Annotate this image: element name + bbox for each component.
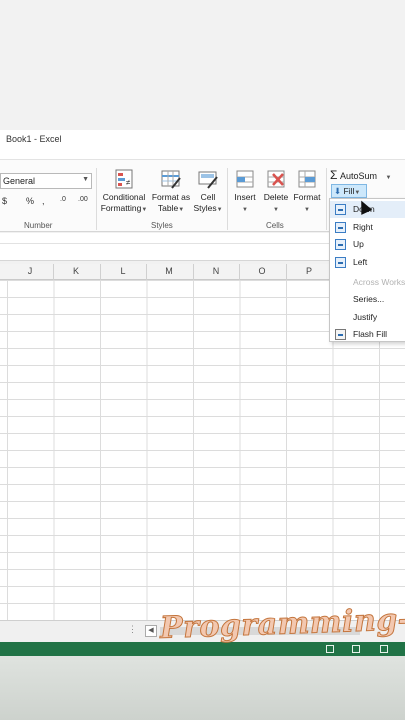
number-format-value: General	[3, 176, 36, 186]
increase-decimal-button[interactable]: .0	[60, 196, 66, 203]
fill-left-icon	[335, 257, 346, 268]
column-header-p[interactable]: P	[286, 266, 332, 276]
cell-styles-button[interactable]: Cell Styles▼	[193, 168, 223, 216]
scroll-left-button[interactable]: ◀	[145, 625, 157, 637]
cell-styles-label-2: Styles	[193, 203, 217, 213]
autosum-button[interactable]: Σ AutoSum ▼	[330, 168, 391, 182]
fill-menu-item-left[interactable]: Left	[330, 254, 405, 271]
accounting-format-button[interactable]: $	[2, 196, 7, 206]
group-label-styles: Styles	[151, 221, 173, 230]
window-title: Book1 - Excel	[6, 134, 62, 144]
fill-menu-label: Justify	[353, 312, 378, 322]
fill-dropdown-menu: Down Right Up Left Across Works Series... Just…	[329, 198, 405, 342]
decrease-decimal-button[interactable]: .00	[78, 196, 88, 203]
fill-right-icon	[335, 222, 346, 233]
fill-menu-item-right[interactable]: Right	[330, 219, 405, 236]
fill-menu-item-up[interactable]: Up	[330, 236, 405, 253]
video-bottom-margin	[0, 656, 405, 720]
fill-down-arrow-icon: ⬇	[334, 186, 342, 196]
screen: { "window": { "title": "Book1 - Excel" }…	[0, 0, 405, 720]
fill-menu-label: Flash Fill	[353, 329, 388, 339]
insert-cells-icon	[234, 168, 256, 190]
group-divider	[326, 168, 327, 230]
normal-view-icon[interactable]	[326, 645, 334, 653]
group-divider	[227, 168, 228, 230]
fill-menu-label: Right	[353, 222, 373, 232]
format-cells-button[interactable]: Format ▼	[291, 168, 323, 216]
more-options-icon[interactable]: ⋮	[128, 624, 137, 635]
page-break-view-icon[interactable]	[380, 645, 388, 653]
format-cells-icon	[296, 168, 318, 190]
cell-styles-label-1: Cell	[200, 192, 216, 202]
fill-menu-label: Left	[353, 257, 368, 267]
fill-menu-label: Across Works	[353, 277, 405, 287]
conditional-formatting-label-1: Conditional	[102, 192, 146, 202]
fill-up-icon	[335, 239, 346, 250]
cell-styles-icon	[197, 168, 219, 190]
format-as-table-label-1: Format as	[151, 192, 191, 202]
insert-label: Insert	[234, 192, 256, 202]
group-label-number: Number	[24, 221, 53, 230]
fill-button[interactable]: ⬇ Fill▼	[331, 184, 367, 198]
fill-menu-item-flash-fill[interactable]: Flash Fill	[330, 326, 405, 343]
fill-label: Fill	[343, 186, 355, 196]
format-label: Format	[293, 192, 321, 202]
conditional-formatting-button[interactable]: ≠ Conditional Formatting▼	[99, 168, 149, 216]
fill-menu-label: Up	[353, 239, 364, 249]
fill-menu-label: Series...	[353, 294, 385, 304]
autosum-label: AutoSum	[339, 171, 377, 181]
number-buttons: $ % , .0 .00	[0, 196, 95, 210]
fill-down-icon	[335, 204, 346, 215]
group-divider	[96, 168, 97, 230]
conditional-formatting-icon: ≠	[113, 168, 135, 190]
page-layout-view-icon[interactable]	[352, 645, 360, 653]
delete-label: Delete	[263, 192, 289, 202]
insert-cells-button[interactable]: Insert ▼	[231, 168, 259, 216]
chevron-down-icon[interactable]: ▼	[82, 176, 89, 183]
column-header-k[interactable]: K	[53, 266, 99, 276]
delete-cells-icon	[265, 168, 287, 190]
column-header-n[interactable]: N	[193, 266, 239, 276]
percent-style-button[interactable]: %	[26, 196, 34, 206]
conditional-formatting-label-2: Formatting	[100, 203, 142, 213]
number-format-dropdown[interactable]: General ▼	[0, 173, 92, 189]
group-label-cells: Cells	[266, 221, 284, 230]
column-header-l[interactable]: L	[100, 266, 146, 276]
column-header-j[interactable]: J	[7, 266, 53, 276]
format-as-table-label-2: Table	[157, 203, 179, 213]
fill-menu-item-series[interactable]: Series...	[330, 291, 405, 308]
sigma-icon: Σ	[330, 168, 338, 182]
video-top-margin	[0, 0, 405, 130]
title-bar: Book1 - Excel	[0, 130, 405, 160]
svg-text:≠: ≠	[126, 178, 131, 187]
column-header-m[interactable]: M	[146, 266, 192, 276]
fill-menu-item-justify[interactable]: Justify	[330, 309, 405, 326]
comma-style-button[interactable]: ,	[42, 196, 45, 206]
format-as-table-button[interactable]: Format as Table▼	[150, 168, 192, 216]
flash-fill-icon	[335, 329, 346, 340]
fill-menu-item-across-works: Across Works	[330, 274, 405, 291]
format-as-table-icon	[160, 168, 182, 190]
delete-cells-button[interactable]: Delete ▼	[262, 168, 290, 216]
column-header-o[interactable]: O	[239, 266, 285, 276]
